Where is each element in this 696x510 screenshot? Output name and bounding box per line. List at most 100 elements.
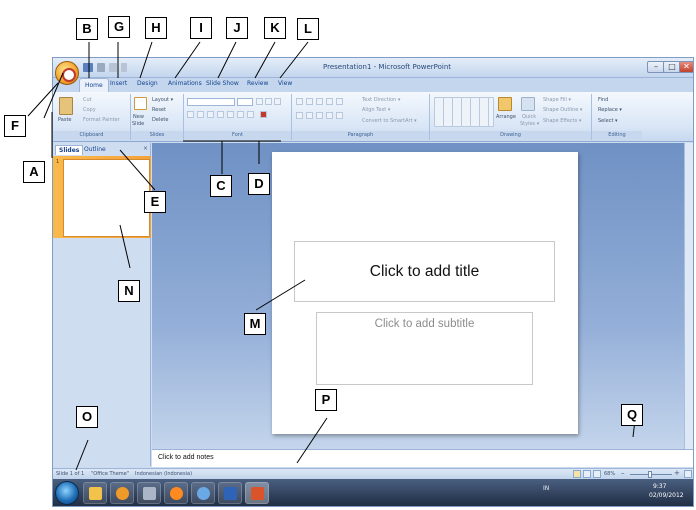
arrange-icon[interactable] (498, 97, 512, 111)
notes-pane[interactable]: Click to add notes (152, 449, 693, 467)
notes-placeholder: Click to add notes (158, 454, 214, 461)
normal-view-icon[interactable] (573, 470, 581, 478)
text-direction-button[interactable]: Text Direction ▾ (362, 97, 400, 103)
tab-view[interactable]: View (278, 80, 292, 87)
language-indicator[interactable]: Indonesian (Indonesia) (135, 471, 192, 477)
powerpoint-icon (251, 487, 264, 500)
paste-icon[interactable] (59, 97, 73, 115)
zoom-slider-thumb[interactable] (648, 471, 652, 478)
character-spacing-icon[interactable] (237, 111, 244, 118)
folder-icon (89, 487, 102, 500)
align-left-icon[interactable] (296, 112, 303, 119)
group-label: Drawing (430, 131, 591, 139)
quick-styles-label-2[interactable]: Styles ▾ (520, 121, 539, 127)
new-slide-icon[interactable] (134, 97, 147, 110)
subtitle-placeholder[interactable]: Click to add subtitle (316, 312, 533, 385)
justify-icon[interactable] (326, 112, 333, 119)
align-right-icon[interactable] (316, 112, 323, 119)
layout-button[interactable]: Layout ▾ (152, 97, 173, 103)
undo-icon[interactable] (97, 63, 105, 72)
vertical-scrollbar[interactable] (684, 143, 693, 449)
align-center-icon[interactable] (306, 112, 313, 119)
font-size-combo[interactable] (237, 98, 253, 106)
zoom-level[interactable]: 68% (604, 471, 615, 477)
reset-button[interactable]: Reset (152, 107, 166, 113)
clear-formatting-icon[interactable] (274, 98, 281, 105)
arrange-button[interactable]: Arrange (496, 114, 516, 120)
clock-date[interactable]: 02/09/2012 (649, 492, 684, 499)
grow-font-icon[interactable] (256, 98, 263, 105)
tab-design[interactable]: Design (137, 80, 158, 87)
group-label: Editing (592, 131, 642, 139)
pane-close-button[interactable]: × (143, 145, 148, 152)
shape-fill-button[interactable]: Shape Fill ▾ (543, 97, 571, 103)
close-button[interactable]: ✕ (679, 61, 693, 73)
bold-icon[interactable] (187, 111, 194, 118)
taskbar-app[interactable] (137, 482, 161, 504)
paste-button[interactable]: Paste (58, 117, 72, 123)
increase-indent-icon[interactable] (326, 98, 333, 105)
zoom-out-button[interactable]: – (621, 469, 625, 477)
callout-label-f: F (4, 115, 26, 137)
find-button[interactable]: Find (598, 97, 608, 103)
new-slide-label-2[interactable]: Slide (132, 121, 144, 127)
ribbon-tabs: Home Insert Design Animations Slide Show… (53, 78, 693, 92)
tab-insert[interactable]: Insert (110, 80, 127, 87)
tab-slides[interactable]: Slides (55, 145, 84, 155)
tray-language[interactable]: IN (543, 485, 549, 492)
taskbar-browser[interactable] (191, 482, 215, 504)
align-text-button[interactable]: Align Text ▾ (362, 107, 390, 113)
shadow-icon[interactable] (227, 111, 234, 118)
taskbar-word[interactable] (218, 482, 242, 504)
select-button[interactable]: Select ▾ (598, 118, 618, 124)
quick-styles-icon[interactable] (521, 97, 535, 111)
slide-sorter-icon[interactable] (583, 470, 591, 478)
start-button[interactable] (55, 481, 79, 505)
slide-thumbnail[interactable] (63, 159, 150, 237)
bullets-icon[interactable] (296, 98, 303, 105)
save-icon[interactable] (83, 63, 93, 72)
quick-styles-label-1[interactable]: Quick (522, 114, 536, 120)
tab-review[interactable]: Review (247, 80, 268, 87)
strikethrough-icon[interactable] (217, 111, 224, 118)
fit-to-window-icon[interactable] (684, 470, 692, 478)
underline-icon[interactable] (207, 111, 214, 118)
format-painter-button[interactable]: Format Painter (83, 117, 120, 123)
windows-taskbar: IN 9:37 02/09/2012 (53, 479, 693, 506)
replace-button[interactable]: Replace ▾ (598, 107, 622, 113)
delete-button[interactable]: Delete (152, 117, 168, 123)
shape-outline-button[interactable]: Shape Outline ▾ (543, 107, 582, 113)
taskbar-media-player[interactable] (110, 482, 134, 504)
tab-home[interactable]: Home (79, 78, 109, 92)
tab-animations[interactable]: Animations (168, 80, 202, 87)
taskbar-powerpoint[interactable] (245, 482, 269, 504)
change-case-icon[interactable] (247, 111, 254, 118)
slide-show-icon[interactable] (593, 470, 601, 478)
group-label: Font (184, 131, 291, 139)
convert-smartart-button[interactable]: Convert to SmartArt ▾ (362, 118, 417, 124)
shape-effects-button[interactable]: Shape Effects ▾ (543, 118, 581, 124)
group-clipboard: Paste Cut Copy Format Painter Clipboard (53, 94, 131, 140)
copy-button[interactable]: Copy (83, 107, 96, 113)
line-spacing-icon[interactable] (336, 98, 343, 105)
taskbar-explorer[interactable] (83, 482, 107, 504)
shapes-gallery-icon[interactable] (434, 97, 494, 127)
numbering-icon[interactable] (306, 98, 313, 105)
redo-icon[interactable] (109, 63, 117, 72)
office-button[interactable] (55, 61, 79, 85)
decrease-indent-icon[interactable] (316, 98, 323, 105)
taskbar-orange-app[interactable] (164, 482, 188, 504)
customize-qat-icon[interactable] (121, 63, 127, 72)
font-color-icon[interactable] (260, 111, 267, 118)
font-name-combo[interactable] (187, 98, 235, 106)
title-placeholder[interactable]: Click to add title (294, 241, 555, 302)
tab-outline[interactable]: Outline (81, 145, 109, 154)
italic-icon[interactable] (197, 111, 204, 118)
columns-icon[interactable] (336, 112, 343, 119)
tab-slide-show[interactable]: Slide Show (206, 80, 239, 87)
shrink-font-icon[interactable] (265, 98, 272, 105)
zoom-in-button[interactable]: + (674, 469, 680, 477)
new-slide-label-1[interactable]: New (133, 114, 144, 120)
cut-button[interactable]: Cut (83, 97, 92, 103)
clock-time[interactable]: 9:37 (653, 483, 666, 490)
